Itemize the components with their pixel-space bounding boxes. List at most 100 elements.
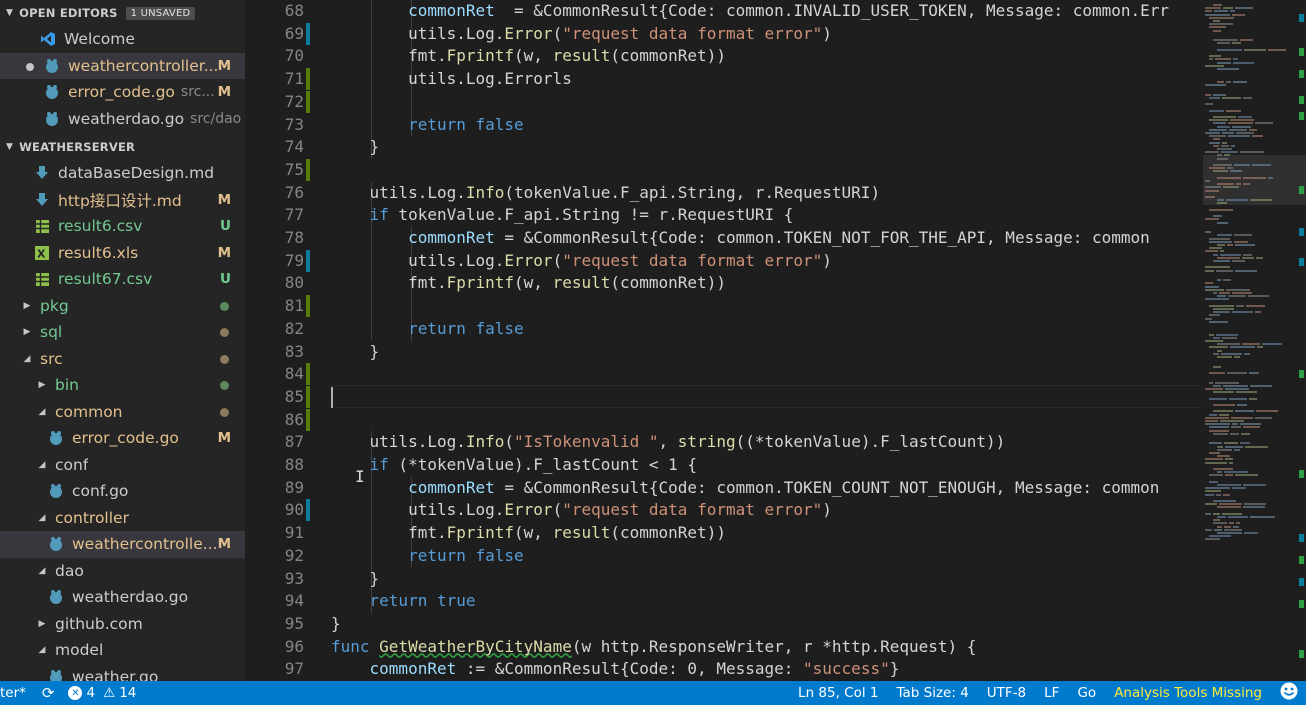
open-editor-error-code[interactable]: error_code.go src... M bbox=[0, 79, 245, 106]
tree-folder-controller[interactable]: ◢ controller bbox=[0, 505, 245, 532]
minimap-line bbox=[1209, 247, 1222, 250]
line-number: 69 bbox=[284, 23, 304, 43]
tree-item-label: common bbox=[55, 402, 123, 421]
minimap-line bbox=[1213, 519, 1220, 522]
minimap-line bbox=[1222, 512, 1242, 515]
line-number: 73 bbox=[284, 114, 304, 134]
minimap-line bbox=[1213, 410, 1233, 413]
minimap-line bbox=[1205, 103, 1213, 106]
tree-item-conf-go[interactable]: conf.go bbox=[0, 478, 245, 505]
git-change-marker bbox=[306, 499, 310, 522]
analysis-tools-warning[interactable]: Analysis Tools Missing bbox=[1114, 685, 1262, 701]
git-status-badge: M bbox=[217, 57, 231, 74]
minimap-line bbox=[1209, 381, 1213, 384]
minimap-line bbox=[1250, 199, 1272, 202]
tree-item-label: dataBaseDesign.md bbox=[58, 164, 215, 183]
code-line: commonRet = &CommonResult{Code: common.T… bbox=[331, 477, 1160, 497]
workspace-header[interactable]: ▼ WEATHERSERVER bbox=[0, 134, 245, 160]
minimap-line bbox=[1228, 295, 1246, 298]
cursor-position[interactable]: Ln 85, Col 1 bbox=[798, 685, 878, 701]
tree-folder-github[interactable]: ▶ github.com bbox=[0, 611, 245, 638]
minimap-line bbox=[1213, 522, 1227, 525]
open-editors-header[interactable]: ▼ OPEN EDITORS 1 UNSAVED bbox=[0, 0, 245, 26]
error-icon: ✕ bbox=[68, 686, 83, 700]
csv-icon bbox=[34, 218, 50, 234]
minimap-line bbox=[1217, 445, 1223, 448]
tree-item-result67-csv[interactable]: result67.csv U bbox=[0, 266, 245, 293]
open-editor-welcome[interactable]: Welcome bbox=[0, 26, 245, 53]
go-file-icon bbox=[48, 669, 64, 681]
branch-label: ter* bbox=[0, 685, 26, 701]
minimap-line bbox=[1243, 253, 1252, 256]
line-number: 94 bbox=[284, 591, 304, 611]
chevron-down-icon: ◢ bbox=[38, 565, 46, 576]
markdown-icon bbox=[34, 192, 50, 208]
minimap-line bbox=[1232, 311, 1253, 314]
feedback-button[interactable] bbox=[1280, 682, 1298, 704]
tree-item-databasedesign[interactable]: dataBaseDesign.md bbox=[0, 160, 245, 187]
tree-folder-pkg[interactable]: ▶ pkg bbox=[0, 293, 245, 320]
code-line: return false bbox=[331, 318, 524, 338]
code-area[interactable]: commonRet = &CommonResult{Code: common.I… bbox=[331, 0, 1203, 681]
minimap-line bbox=[1222, 132, 1234, 134]
minimap-line bbox=[1213, 391, 1234, 394]
line-number: 77 bbox=[284, 205, 304, 225]
minimap-line bbox=[1223, 384, 1248, 387]
minimap-line bbox=[1205, 528, 1212, 531]
minimap-line bbox=[1213, 144, 1219, 147]
minimap-line bbox=[1224, 528, 1242, 531]
tree-item-error-code[interactable]: error_code.go M bbox=[0, 425, 245, 452]
minimap-line bbox=[1214, 10, 1228, 13]
minimap-line bbox=[1234, 240, 1248, 243]
tab-size[interactable]: Tab Size: 4 bbox=[897, 685, 969, 701]
tree-item-weather-go[interactable]: weather.go bbox=[0, 664, 245, 681]
minimap-line bbox=[1209, 55, 1221, 58]
tree-item-result6-csv[interactable]: result6.csv U bbox=[0, 213, 245, 240]
minimap-line bbox=[1209, 304, 1234, 307]
code-line: } bbox=[331, 613, 341, 633]
tree-folder-common[interactable]: ◢ common bbox=[0, 399, 245, 426]
tree-folder-conf[interactable]: ◢ conf bbox=[0, 452, 245, 479]
open-editor-weatherdao[interactable]: weatherdao.go src/dao bbox=[0, 106, 245, 133]
chevron-right-icon: ▶ bbox=[38, 380, 46, 391]
open-editor-path: src/dao bbox=[190, 110, 242, 127]
sync-button[interactable]: ⟳ bbox=[42, 684, 55, 702]
minimap-line bbox=[1213, 384, 1221, 387]
error-count: 4 bbox=[86, 685, 96, 701]
code-line: commonRet = &CommonResult{Code: common.I… bbox=[331, 1, 1170, 20]
minimap-line bbox=[1205, 423, 1230, 426]
end-of-line[interactable]: LF bbox=[1044, 685, 1059, 701]
tree-folder-sql[interactable]: ▶ sql bbox=[0, 319, 245, 346]
minimap-line bbox=[1234, 164, 1250, 166]
tree-folder-bin[interactable]: ▶ bin bbox=[0, 372, 245, 399]
minimap-line bbox=[1205, 538, 1220, 541]
minimap-line bbox=[1205, 186, 1221, 189]
tree-folder-model[interactable]: ◢ model bbox=[0, 637, 245, 664]
minimap-line bbox=[1217, 356, 1232, 358]
minimap-line bbox=[1217, 448, 1232, 451]
git-branch[interactable]: ter* bbox=[0, 685, 26, 701]
tree-item-label: error_code.go bbox=[72, 429, 179, 448]
language-mode[interactable]: Go bbox=[1077, 685, 1096, 701]
chevron-right-icon: ▶ bbox=[23, 327, 31, 338]
tree-folder-dao[interactable]: ◢ dao bbox=[0, 558, 245, 585]
minimap-line bbox=[1205, 13, 1230, 16]
minimap-line bbox=[1205, 93, 1211, 96]
tree-item-weatherdao[interactable]: weatherdao.go bbox=[0, 584, 245, 611]
open-editor-weathercontroller[interactable]: weathercontroller... M bbox=[0, 52, 245, 79]
problems-indicator[interactable]: ✕ 4 ⚠ 14 bbox=[68, 685, 136, 701]
tree-item-http-md[interactable]: http接口设计.md M bbox=[0, 187, 245, 214]
minimap-line bbox=[1226, 288, 1250, 291]
scrollbar-change-marker bbox=[1299, 556, 1304, 564]
minimap-line bbox=[1205, 288, 1224, 291]
minimap-line bbox=[1217, 525, 1222, 528]
minimap[interactable] bbox=[1203, 0, 1306, 681]
tree-item-result6-xls[interactable]: X result6.xls M bbox=[0, 240, 245, 267]
modified-dot-icon bbox=[220, 354, 229, 364]
encoding[interactable]: UTF-8 bbox=[987, 685, 1026, 701]
tree-folder-src[interactable]: ◢ src bbox=[0, 346, 245, 373]
minimap-slider[interactable] bbox=[1203, 155, 1306, 205]
tree-item-weathercontroller[interactable]: weathercontrolle... M bbox=[0, 531, 245, 558]
minimap-line bbox=[1262, 343, 1282, 346]
code-editor[interactable]: 68 69 70 71 72 73 74 75 76 77 78 79 80 81 82 83 84 85 86 87… bbox=[245, 0, 1306, 681]
